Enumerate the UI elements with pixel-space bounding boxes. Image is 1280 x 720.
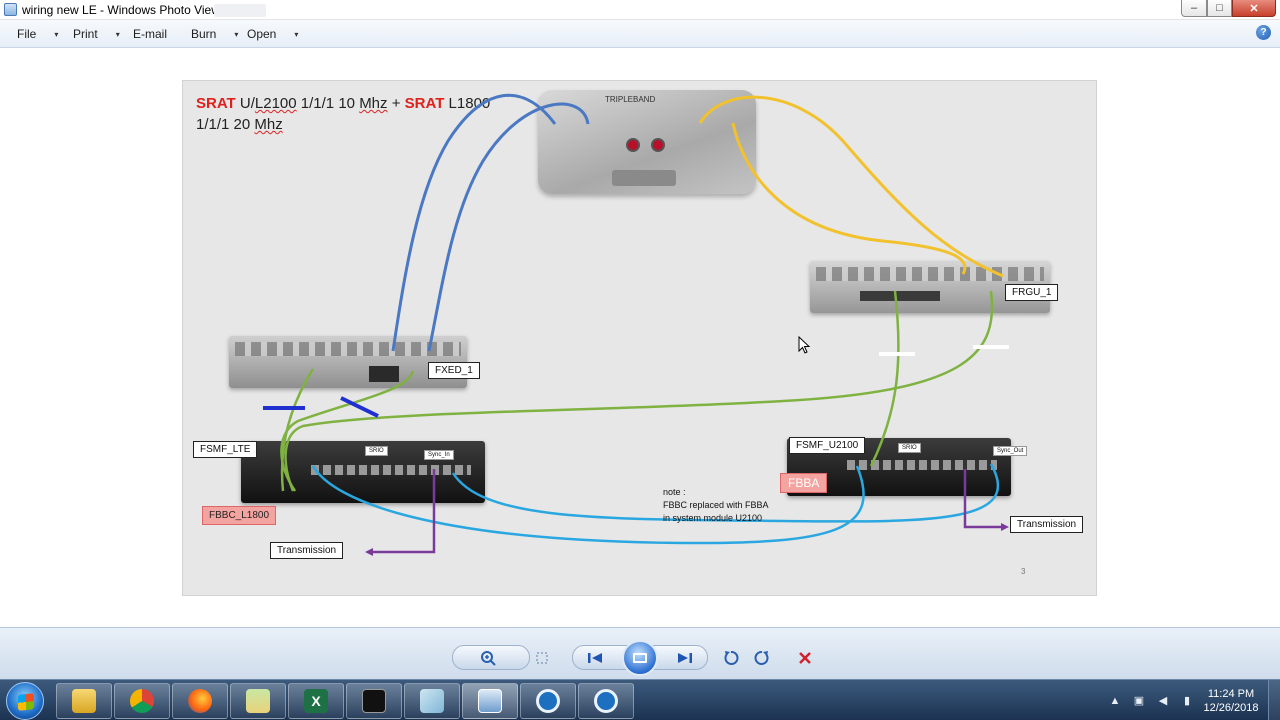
- window-title: wiring new LE - Windows Photo Viewer: [22, 3, 231, 17]
- menu-bar: File ▾ Print ▾ E-mail Burn ▾ Open ▾ ?: [0, 20, 1280, 48]
- folder-icon: [72, 689, 96, 713]
- menu-burn-label: Burn: [191, 27, 217, 41]
- taskbar-command-prompt[interactable]: [346, 683, 402, 719]
- chevron-down-icon: ▾: [234, 29, 239, 39]
- show-desktop-button[interactable]: [1268, 680, 1280, 720]
- transmission-wire-right: [963, 469, 1005, 529]
- transmission-arrow-left: [365, 548, 373, 556]
- viewer-control-bar: [0, 627, 1280, 679]
- chevron-down-icon: ▾: [115, 29, 120, 39]
- crosshair-icon: [594, 689, 618, 713]
- crosshair-icon: [536, 689, 560, 713]
- windows-taskbar: X ▲ ▣ ◀ ▮ 11:24 PM 12/26/2018: [0, 679, 1280, 720]
- clock-date: 12/26/2018: [1203, 702, 1259, 714]
- label-srio-right: SRIO: [898, 443, 921, 453]
- taskbar-windows-explorer[interactable]: [56, 683, 112, 719]
- chevron-down-icon: ▾: [294, 29, 299, 39]
- label-fbba: FBBA: [780, 473, 828, 493]
- label-fbbc-l1800: FBBC_L1800: [202, 506, 277, 525]
- menu-file[interactable]: File ▾: [17, 27, 58, 41]
- taskbar-clock[interactable]: 11:24 PM 12/26/2018: [1196, 687, 1266, 715]
- menu-file-label: File: [17, 27, 37, 41]
- clock-time: 11:24 PM: [1207, 688, 1255, 700]
- label-srio-left: SRIO: [365, 446, 388, 456]
- command-prompt-icon: [362, 689, 386, 713]
- mouse-cursor-icon: [798, 336, 810, 354]
- taskbar-notepad[interactable]: [404, 683, 460, 719]
- delete-icon[interactable]: [794, 648, 816, 668]
- note-line-2: FBBC replaced with FBBA: [663, 500, 769, 510]
- volume-icon[interactable]: ◀: [1156, 694, 1170, 708]
- menu-open[interactable]: Open ▾: [247, 27, 298, 41]
- transmission-arrow-right: [1001, 523, 1009, 531]
- chrome-icon: [130, 689, 154, 713]
- label-frgu: FRGU_1: [1005, 284, 1059, 301]
- network-icon[interactable]: ▣: [1132, 694, 1146, 708]
- menu-email-label: E-mail: [133, 27, 168, 41]
- label-fsmf-u2100: FSMF_U2100: [789, 437, 866, 454]
- label-fxed: FXED_1: [428, 362, 480, 379]
- rf-wire-yellow-1: [698, 95, 1004, 278]
- menu-email[interactable]: E-mail: [133, 27, 167, 41]
- rf-wire-blue-1: [391, 93, 557, 352]
- help-icon[interactable]: ?: [1256, 25, 1271, 40]
- notepad-icon: [420, 689, 444, 713]
- label-sync-out: Sync_Out: [993, 446, 1028, 456]
- wiring-svg: [263, 93, 1009, 556]
- rf-wire-blue-2: [427, 102, 590, 352]
- note-line-1: note :: [663, 487, 686, 497]
- excel-icon: X: [304, 689, 328, 713]
- folder-icon: [246, 689, 270, 713]
- chevron-down-icon: ▾: [54, 29, 59, 39]
- image-viewer-area: SRAT U/L2100 1/1/1 10 Mhz + SRAT L1800 1…: [0, 49, 1280, 627]
- optical-wire-green-4: [869, 290, 900, 467]
- menu-open-label: Open: [247, 27, 277, 41]
- label-fsmf-lte: FSMF_LTE: [193, 441, 258, 458]
- previous-icon[interactable]: [584, 648, 606, 668]
- menu-print[interactable]: Print ▾: [73, 27, 120, 41]
- rotate-clockwise-icon[interactable]: [751, 648, 773, 668]
- label-transmission-right: Transmission: [1010, 516, 1084, 533]
- close-window-button[interactable]: ✕: [1232, 0, 1276, 17]
- note-line-3: in system module U2100: [663, 513, 763, 523]
- photo-viewer-icon: [478, 689, 502, 713]
- start-button[interactable]: [6, 682, 44, 720]
- taskbar-chrome[interactable]: [114, 683, 170, 719]
- actual-size-icon[interactable]: [531, 648, 553, 668]
- maximize-button[interactable]: □: [1207, 0, 1232, 17]
- menu-burn[interactable]: Burn ▾: [191, 27, 238, 41]
- zoom-icon[interactable]: [478, 648, 500, 668]
- system-tray: ▲ ▣ ◀ ▮: [1108, 680, 1194, 720]
- battery-icon[interactable]: ▮: [1180, 694, 1194, 708]
- optical-wire-green-3: [284, 290, 994, 492]
- taskbar-network-tool-2[interactable]: [578, 683, 634, 719]
- show-hidden-icons-icon[interactable]: ▲: [1108, 694, 1122, 708]
- taskbar-firefox[interactable]: [172, 683, 228, 719]
- slide-note: note : FBBC replaced with FBBA in system…: [663, 486, 769, 525]
- taskbar-network-tool-1[interactable]: [520, 683, 576, 719]
- label-transmission-left: Transmission: [270, 542, 344, 559]
- menu-print-label: Print: [73, 27, 98, 41]
- title-bar: wiring new LE - Windows Photo Viewer – □…: [0, 0, 1280, 20]
- slide-page-number: 3: [1021, 567, 1026, 576]
- firefox-icon: [188, 689, 212, 713]
- taskbar-photo-viewer[interactable]: [462, 683, 518, 719]
- slideshow-icon[interactable]: [622, 640, 658, 676]
- wiring-diagram-image: SRAT U/L2100 1/1/1 10 Mhz + SRAT L1800 1…: [182, 80, 1097, 596]
- minimize-button[interactable]: –: [1181, 0, 1207, 17]
- taskbar-excel[interactable]: X: [288, 683, 344, 719]
- next-icon[interactable]: [674, 648, 696, 668]
- transmission-wire-left: [368, 469, 436, 554]
- rotate-counterclockwise-icon[interactable]: [720, 648, 742, 668]
- taskbar-folder[interactable]: [230, 683, 286, 719]
- title-bar-blank-area: [214, 4, 266, 17]
- photo-viewer-app-icon: [4, 3, 17, 16]
- label-sync-in: Sync_In: [424, 450, 454, 460]
